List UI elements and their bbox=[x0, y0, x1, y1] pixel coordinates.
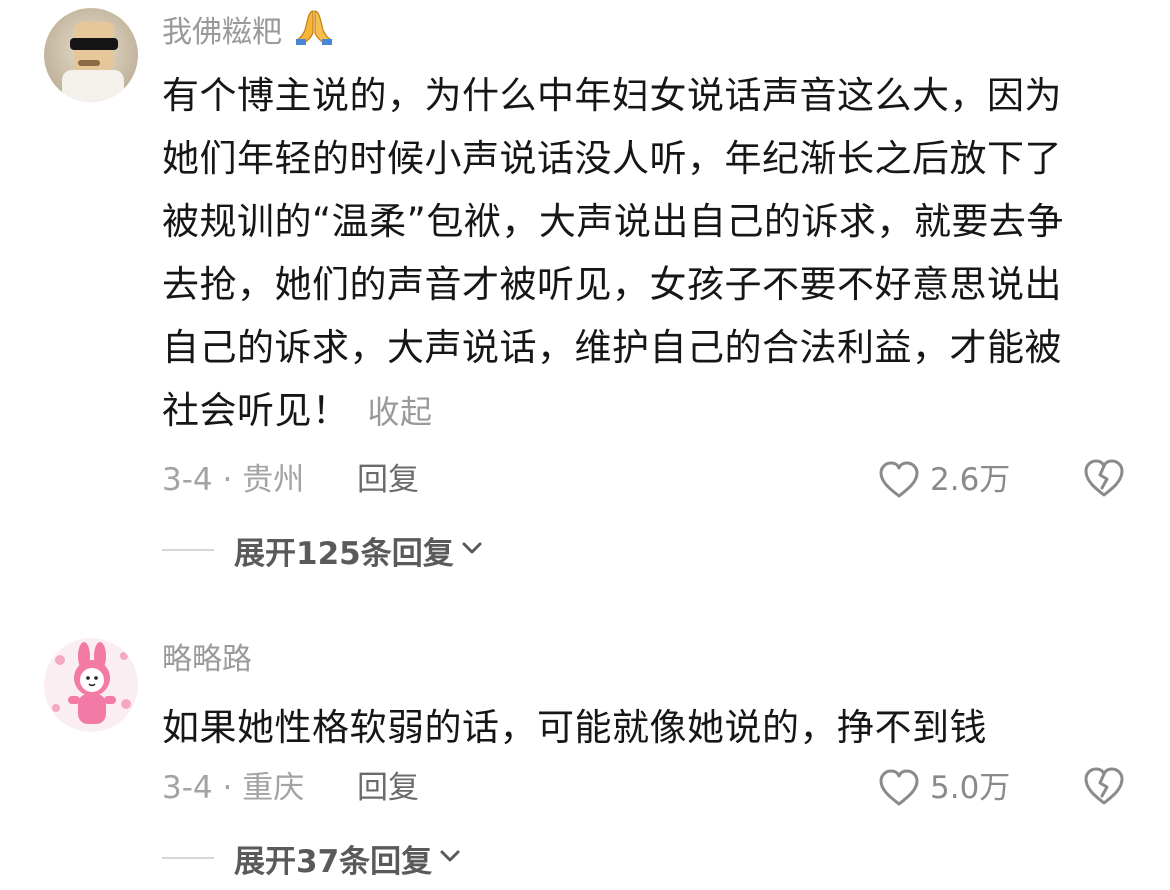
expand-replies[interactable]: 展开37条回复 bbox=[162, 836, 462, 880]
reply-button[interactable]: 回复 bbox=[357, 458, 419, 502]
comment-line: 被规训的“温柔”包袱，大声说出自己的诉求，就要去争 bbox=[162, 200, 1064, 243]
comment-line: 去抢，她们的声音才被听见，女孩子不要不好意思说出 bbox=[162, 263, 1062, 306]
broken-heart-icon bbox=[1084, 767, 1124, 805]
chevron-down-icon bbox=[438, 846, 462, 870]
reply-button[interactable]: 回复 bbox=[357, 766, 419, 810]
comment-line: 她们年轻的时候小声说话没人听，年纪渐长之后放下了 bbox=[162, 137, 1062, 180]
expand-replies[interactable]: 展开125条回复 bbox=[162, 528, 484, 572]
avatar[interactable] bbox=[44, 638, 138, 732]
dislike-button[interactable] bbox=[1082, 458, 1126, 502]
comment-line: 自己的诉求，大声说话，维护自己的合法利益，才能被 bbox=[162, 326, 1062, 369]
collapse-link[interactable]: 收起 bbox=[368, 393, 433, 431]
username-text: 我佛糍粑 bbox=[162, 15, 282, 50]
comment-meta: 3-4 · 重庆 回复 5.0万 bbox=[162, 766, 1132, 810]
avatar-image bbox=[44, 638, 138, 732]
like-button[interactable]: 5.0万 bbox=[878, 766, 1010, 810]
comment-line: 如果她性格软弱的话，可能就像她说的，挣不到钱 bbox=[162, 706, 987, 749]
dislike-button[interactable] bbox=[1082, 766, 1126, 810]
date-location: 3-4 · 重庆 bbox=[162, 770, 305, 806]
folded-hands-icon bbox=[294, 8, 334, 57]
username[interactable]: 我佛糍粑 bbox=[162, 8, 334, 57]
chevron-down-icon bbox=[460, 538, 484, 562]
date-location: 3-4 · 贵州 bbox=[162, 462, 305, 498]
avatar[interactable] bbox=[44, 8, 138, 102]
like-count: 5.0万 bbox=[930, 770, 1011, 806]
heart-icon bbox=[879, 461, 919, 498]
comment-body: 有个博主说的，为什么中年妇女说话声音这么大，因为 她们年轻的时候小声说话没人听，… bbox=[162, 64, 1122, 444]
comment-line-last: 社会听见！ 收起 bbox=[162, 379, 1122, 444]
username[interactable]: 略略路 bbox=[162, 640, 252, 680]
comment-meta: 3-4 · 贵州 回复 2.6万 bbox=[162, 458, 1132, 502]
comment-line-text: 社会听见！ bbox=[162, 389, 350, 432]
like-button[interactable]: 2.6万 bbox=[878, 458, 1010, 502]
broken-heart-icon bbox=[1084, 459, 1124, 497]
comment-line: 有个博主说的，为什么中年妇女说话声音这么大，因为 bbox=[162, 74, 1062, 117]
comment-body: 如果她性格软弱的话，可能就像她说的，挣不到钱 bbox=[162, 696, 1122, 759]
expand-replies-label: 展开125条回复 bbox=[234, 535, 454, 572]
like-count: 2.6万 bbox=[930, 462, 1011, 498]
divider-line bbox=[162, 549, 214, 551]
expand-replies-label: 展开37条回复 bbox=[234, 843, 433, 880]
divider-line bbox=[162, 857, 214, 859]
heart-icon bbox=[879, 769, 919, 806]
avatar-image bbox=[44, 8, 138, 102]
